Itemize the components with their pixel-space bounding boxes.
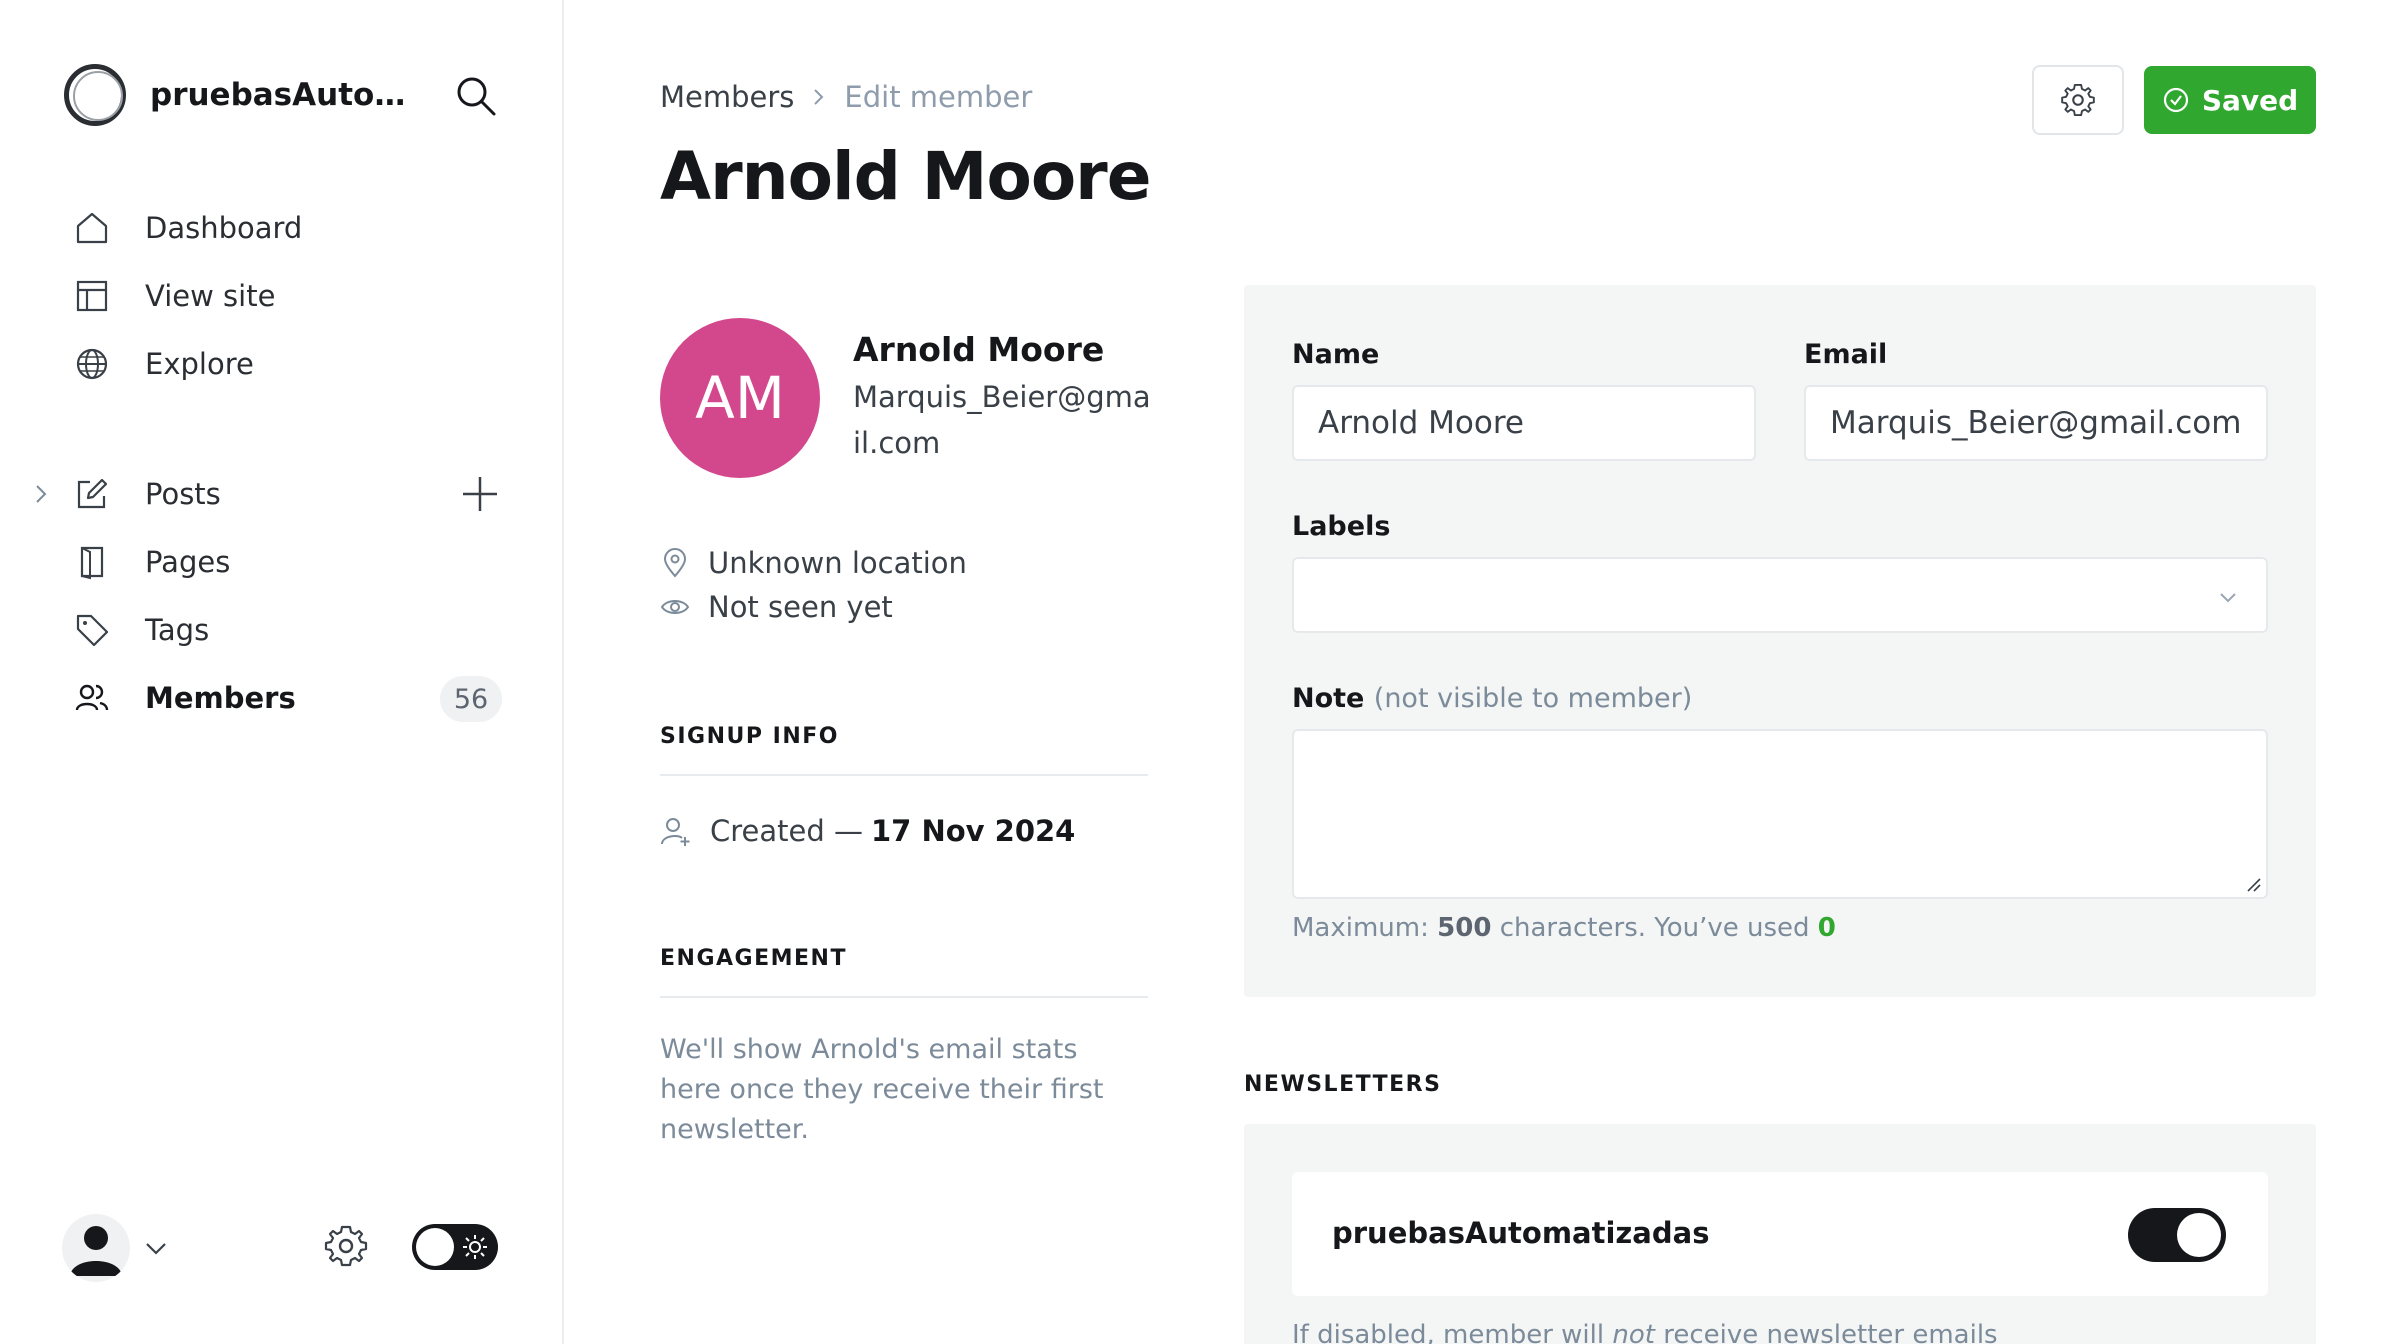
note-char-hint: Maximum: 500 characters. You’ve used 0 bbox=[1292, 913, 1836, 943]
hint-middle: characters. You’ve used bbox=[1499, 913, 1810, 943]
nl-hint-em: not bbox=[1612, 1320, 1655, 1344]
sidebar-item-posts[interactable]: Posts bbox=[0, 460, 564, 528]
sun-icon bbox=[463, 1235, 487, 1259]
newsletters-heading: NEWSLETTERS bbox=[1244, 1072, 1442, 1097]
chevron-down-icon bbox=[146, 1243, 166, 1255]
member-avatar: AM bbox=[660, 318, 820, 478]
sidebar: pruebasAutoma... Dashboard View site Exp… bbox=[0, 0, 564, 1344]
member-form-panel: Name Arnold Moore Email Marquis_Beier@gm… bbox=[1244, 285, 2316, 997]
member-settings-button[interactable] bbox=[2032, 65, 2124, 135]
name-label: Name bbox=[1292, 339, 1380, 370]
sidebar-item-label: Dashboard bbox=[145, 211, 303, 245]
sidebar-item-label: Members bbox=[145, 681, 296, 715]
search-icon[interactable] bbox=[454, 74, 498, 118]
page-title: Arnold Moore bbox=[660, 138, 1151, 215]
avatar bbox=[62, 1214, 130, 1282]
chevron-right-icon bbox=[814, 89, 824, 105]
newsletter-card: pruebasAutomatizadas bbox=[1292, 1172, 2268, 1296]
primary-nav: Dashboard View site Explore bbox=[0, 194, 564, 398]
gear-icon[interactable] bbox=[322, 1222, 370, 1270]
note-textarea[interactable] bbox=[1292, 729, 2268, 899]
sidebar-item-pages[interactable]: Pages bbox=[0, 528, 564, 596]
member-last-seen: Not seen yet bbox=[660, 590, 893, 624]
user-add-icon bbox=[661, 818, 690, 846]
sidebar-item-label: View site bbox=[145, 279, 276, 313]
engagement-heading: ENGAGEMENT bbox=[660, 946, 847, 971]
dark-mode-toggle[interactable] bbox=[412, 1224, 498, 1270]
nl-hint-prefix: If disabled, member will bbox=[1292, 1320, 1605, 1344]
sidebar-item-label: Posts bbox=[145, 477, 221, 511]
sidebar-item-members[interactable]: Members 56 bbox=[0, 664, 564, 732]
member-initials: AM bbox=[695, 364, 785, 432]
hint-prefix: Maximum: bbox=[1292, 913, 1429, 943]
created-info: Created — 17 Nov 2024 bbox=[660, 814, 1075, 848]
site-brand[interactable]: pruebasAutoma... bbox=[64, 64, 420, 126]
sidebar-item-label: Explore bbox=[145, 347, 254, 381]
divider bbox=[660, 996, 1148, 998]
tag-icon bbox=[76, 614, 109, 647]
sidebar-item-tags[interactable]: Tags bbox=[0, 596, 564, 664]
member-email: Marquis_Beier@gmail.com bbox=[853, 380, 1151, 460]
signup-info-heading: SIGNUP INFO bbox=[660, 724, 839, 749]
layout-icon bbox=[76, 280, 108, 312]
globe-icon bbox=[76, 348, 108, 380]
created-date: 17 Nov 2024 bbox=[871, 814, 1076, 848]
site-logo-icon bbox=[64, 64, 126, 126]
save-button-label: Saved bbox=[2201, 83, 2299, 117]
location-text: Unknown location bbox=[708, 546, 967, 580]
breadcrumb-members-link[interactable]: Members bbox=[660, 80, 794, 114]
site-name: pruebasAutoma... bbox=[150, 77, 420, 113]
sidebar-item-explore[interactable]: Explore bbox=[0, 330, 564, 398]
newsletter-subscription-toggle[interactable] bbox=[2128, 1208, 2226, 1262]
newsletter-name: pruebasAutomatizadas bbox=[1332, 1216, 1710, 1250]
last-seen-text: Not seen yet bbox=[708, 590, 893, 624]
page-icon bbox=[80, 546, 104, 580]
labels-label: Labels bbox=[1292, 511, 1391, 542]
sidebar-item-view-site[interactable]: View site bbox=[0, 262, 564, 330]
breadcrumb-current: Edit member bbox=[844, 80, 1033, 114]
chevron-down-icon bbox=[2220, 593, 2236, 603]
nl-hint-suffix: receive newsletter emails bbox=[1663, 1320, 1998, 1344]
member-name: Arnold Moore bbox=[853, 330, 1105, 369]
name-value: Arnold Moore bbox=[1318, 405, 1524, 441]
labels-select[interactable] bbox=[1292, 557, 2268, 633]
note-label: Note (not visible to member) bbox=[1292, 683, 1692, 714]
chevron-right-icon[interactable] bbox=[30, 482, 52, 506]
sidebar-item-label: Tags bbox=[145, 613, 210, 647]
gear-icon bbox=[2061, 84, 2095, 116]
toggle-knob bbox=[416, 1228, 454, 1266]
note-label-sub: (not visible to member) bbox=[1373, 683, 1693, 714]
hint-used: 0 bbox=[1817, 913, 1836, 943]
members-count-badge: 56 bbox=[440, 676, 502, 722]
toggle-knob bbox=[2177, 1213, 2221, 1257]
sidebar-item-label: Pages bbox=[145, 545, 231, 579]
newsletter-hint: If disabled, member will not receive new… bbox=[1292, 1320, 1998, 1344]
save-button[interactable]: Saved bbox=[2144, 66, 2316, 134]
member-location: Unknown location bbox=[660, 546, 967, 580]
add-post-icon[interactable] bbox=[460, 474, 500, 514]
hint-max: 500 bbox=[1437, 913, 1492, 943]
home-icon bbox=[76, 212, 108, 244]
created-prefix: Created — bbox=[710, 814, 863, 848]
breadcrumb: Members Edit member bbox=[660, 80, 1032, 114]
user-menu[interactable] bbox=[62, 1214, 170, 1282]
newsletters-panel: pruebasAutomatizadas If disabled, member… bbox=[1244, 1124, 2316, 1344]
eye-icon bbox=[660, 600, 690, 614]
email-value: Marquis_Beier@gmail.com bbox=[1830, 405, 2242, 441]
divider bbox=[660, 774, 1148, 776]
pencil-square-icon bbox=[77, 478, 108, 509]
users-icon bbox=[75, 684, 109, 711]
email-label: Email bbox=[1804, 339, 1888, 370]
note-label-text: Note bbox=[1292, 683, 1365, 714]
name-field[interactable]: Arnold Moore bbox=[1292, 385, 1756, 461]
engagement-text: We'll show Arnold's email stats here onc… bbox=[660, 1034, 1104, 1145]
email-field[interactable]: Marquis_Beier@gmail.com bbox=[1804, 385, 2268, 461]
resize-handle-icon[interactable] bbox=[2244, 875, 2262, 893]
sidebar-item-dashboard[interactable]: Dashboard bbox=[0, 194, 564, 262]
check-circle-icon bbox=[2163, 87, 2188, 113]
location-pin-icon bbox=[663, 548, 687, 578]
content-nav: Posts Pages Tags Members 56 bbox=[0, 460, 564, 732]
